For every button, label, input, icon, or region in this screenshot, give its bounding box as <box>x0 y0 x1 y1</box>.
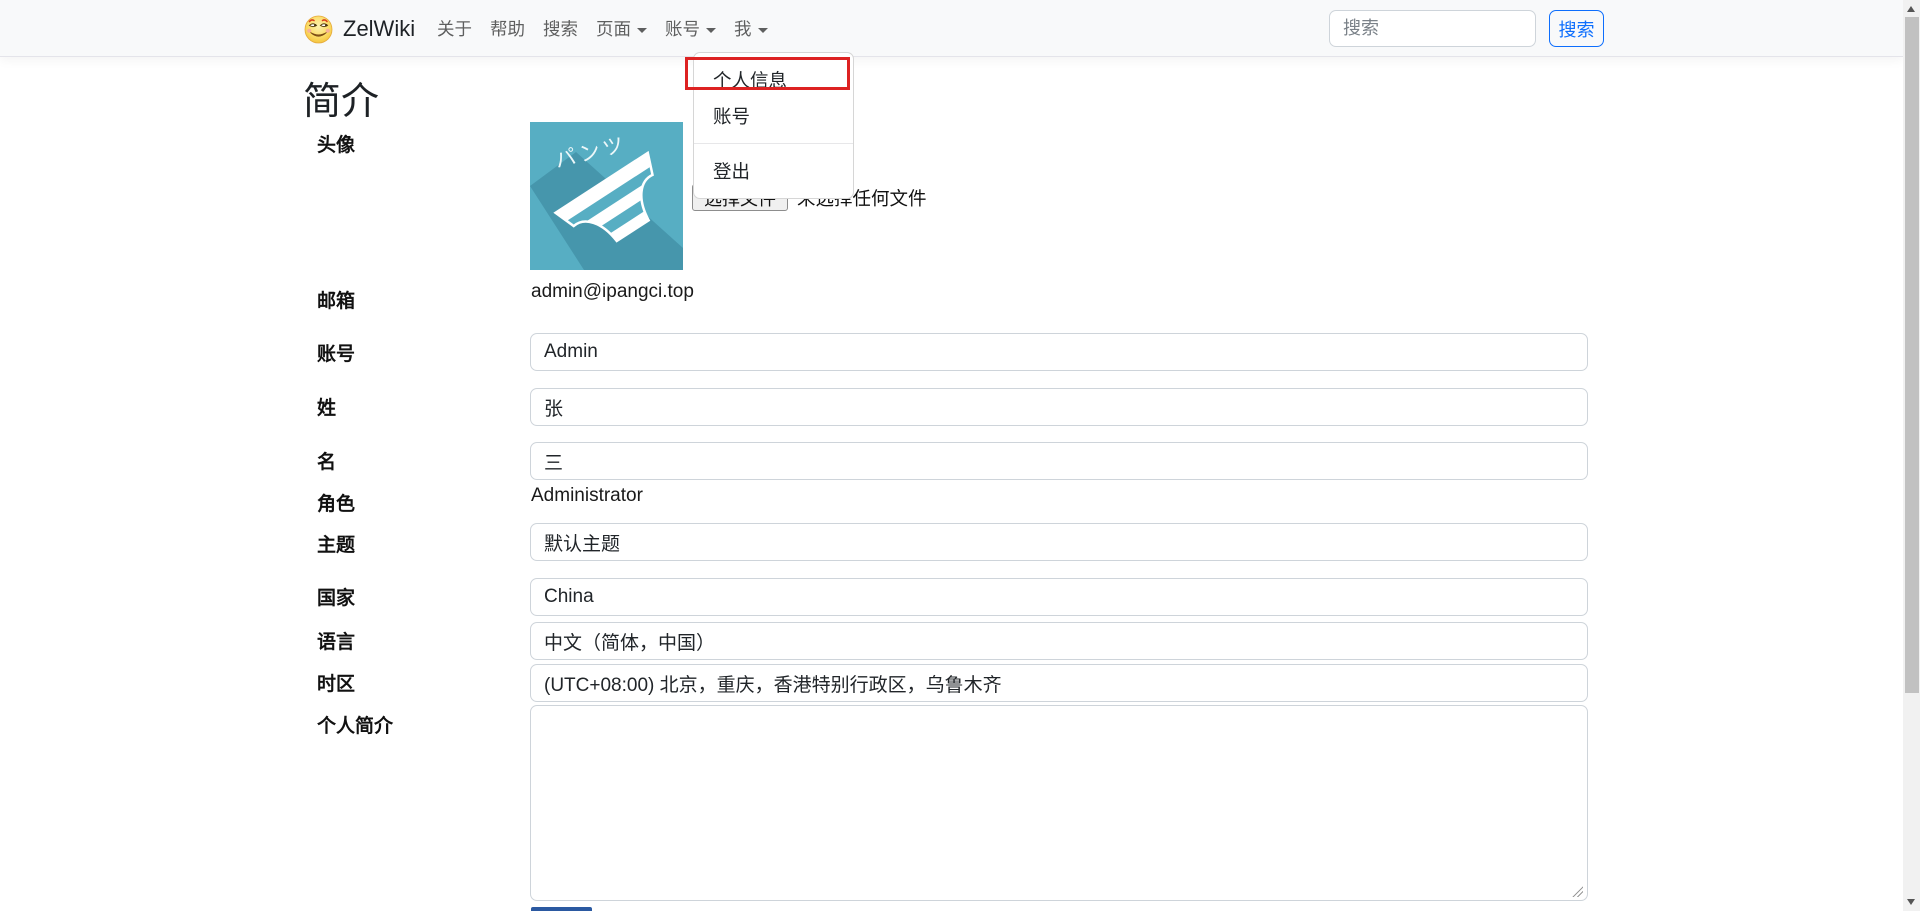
brand-name: ZelWiki <box>343 16 415 42</box>
search-button[interactable]: 搜索 <box>1549 10 1604 47</box>
role-label: 角色 <box>317 489 355 516</box>
user-dropdown-menu: 个人信息 账号 登出 <box>693 52 854 199</box>
scroll-down-icon[interactable] <box>1907 899 1915 905</box>
bio-label: 个人简介 <box>317 711 393 738</box>
smiley-emoji-icon <box>303 13 334 44</box>
brand-logo[interactable]: ZelWiki <box>303 0 415 57</box>
chevron-down-icon <box>758 28 768 33</box>
account-label: 账号 <box>317 339 355 366</box>
nav-item-me[interactable]: 我 <box>725 16 777 41</box>
search-input[interactable] <box>1329 10 1536 47</box>
country-label: 国家 <box>317 583 355 610</box>
nav-item-pages[interactable]: 页面 <box>587 16 656 41</box>
timezone-label: 时区 <box>317 669 355 696</box>
chevron-down-icon <box>637 28 647 33</box>
timezone-input[interactable] <box>530 664 1588 702</box>
theme-input[interactable] <box>530 523 1588 561</box>
last-name-label: 姓 <box>317 393 336 420</box>
wiki-profile-page: ZelWiki 关于 帮助 搜索 页面 账号 我 搜索 个人信息 账号 登出 简… <box>0 0 1920 911</box>
menu-item-logout[interactable]: 登出 <box>694 153 853 189</box>
page-title: 简介 <box>303 70 379 125</box>
menu-item-profile[interactable]: 个人信息 <box>694 62 853 98</box>
language-input[interactable] <box>530 622 1588 660</box>
main-nav: 关于 帮助 搜索 页面 账号 我 <box>428 0 777 57</box>
top-navbar: ZelWiki 关于 帮助 搜索 页面 账号 我 搜索 <box>0 0 1903 57</box>
nav-item-accounts[interactable]: 账号 <box>656 16 725 41</box>
email-label: 邮箱 <box>317 286 355 313</box>
nav-item-help[interactable]: 帮助 <box>481 16 534 41</box>
scrollbar-thumb[interactable] <box>1905 17 1919 693</box>
first-name-label: 名 <box>317 447 336 474</box>
avatar-label: 头像 <box>317 130 355 157</box>
avatar-image: パンツ <box>530 122 683 270</box>
first-name-input[interactable] <box>530 442 1588 480</box>
scroll-up-icon[interactable] <box>1907 6 1915 12</box>
language-label: 语言 <box>317 627 355 654</box>
theme-label: 主题 <box>317 530 355 557</box>
chevron-down-icon <box>706 28 716 33</box>
nav-item-about[interactable]: 关于 <box>428 16 481 41</box>
account-input[interactable] <box>530 333 1588 371</box>
country-input[interactable] <box>530 578 1588 616</box>
email-value: admin@ipangci.top <box>531 281 694 303</box>
bio-textarea[interactable] <box>530 705 1588 901</box>
nav-item-search[interactable]: 搜索 <box>534 16 587 41</box>
save-button-partial[interactable] <box>531 907 592 911</box>
vertical-scrollbar[interactable] <box>1903 0 1920 911</box>
last-name-input[interactable] <box>530 388 1588 426</box>
menu-divider <box>694 143 853 144</box>
role-value: Administrator <box>531 485 643 507</box>
menu-item-account[interactable]: 账号 <box>694 98 853 134</box>
